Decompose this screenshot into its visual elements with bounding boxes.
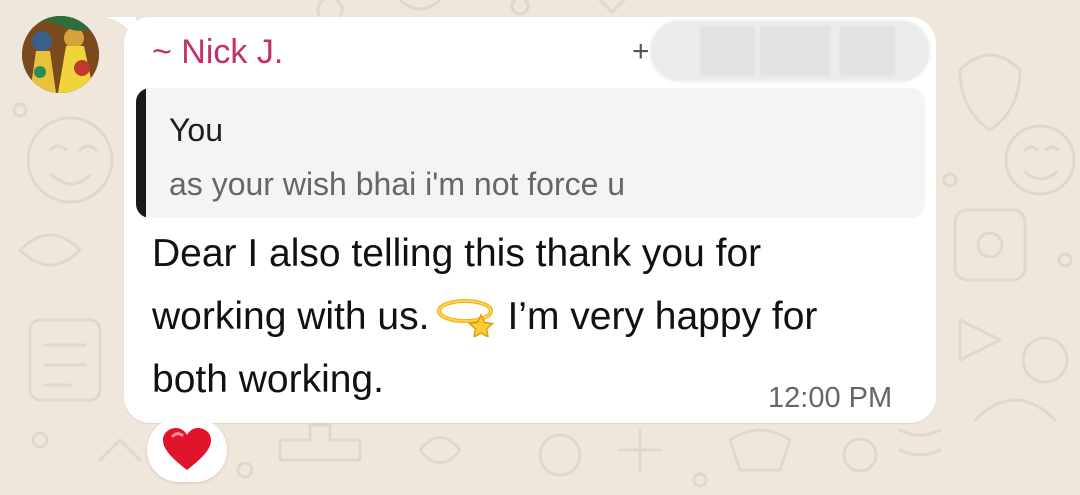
quoted-text: as your wish bhai i'm not force u xyxy=(169,166,626,202)
quote-bar xyxy=(136,88,146,218)
message-segment: I’m very happy for xyxy=(507,295,818,338)
sender-name[interactable]: ~ Nick J. xyxy=(152,32,283,72)
message-segment: working with us. xyxy=(152,295,430,338)
red-heart-icon xyxy=(163,428,211,470)
sender-phone: + xyxy=(632,35,650,68)
sender-avatar[interactable] xyxy=(22,16,99,93)
message-line: Dear I also telling this thank you for xyxy=(152,232,762,275)
dizzy-star-icon xyxy=(437,299,495,337)
message-timestamp: 12:00 PM xyxy=(768,382,893,414)
reaction-badge[interactable] xyxy=(147,418,227,482)
quoted-author: You xyxy=(169,112,223,148)
redacted-phone-number xyxy=(650,20,930,82)
message-line: working with us. I’m very happy for xyxy=(152,285,912,348)
